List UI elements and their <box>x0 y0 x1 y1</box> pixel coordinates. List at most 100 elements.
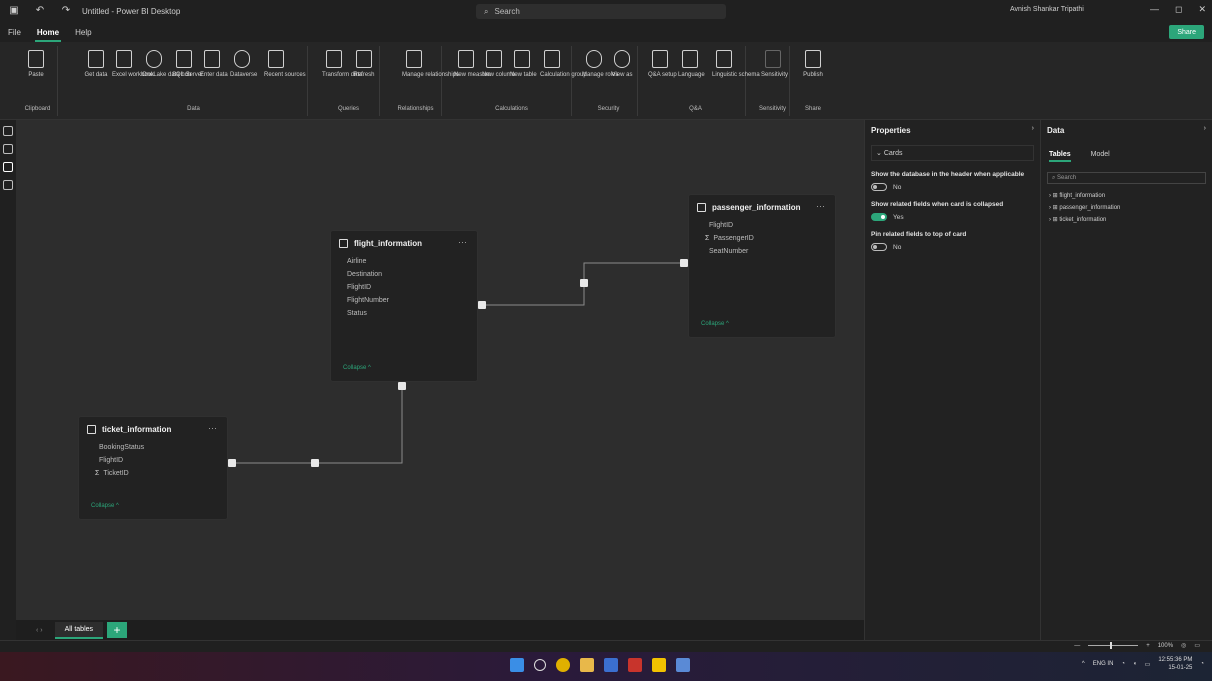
menu-file[interactable]: File <box>0 28 29 37</box>
field-row[interactable]: FlightNumber <box>331 294 477 307</box>
chevron-up-icon[interactable]: ^ <box>1082 661 1085 667</box>
tab-model[interactable]: Model <box>1091 151 1110 162</box>
field-row[interactable]: FlightID <box>79 454 227 467</box>
toggle-switch[interactable] <box>871 213 887 221</box>
app-icon[interactable] <box>676 658 690 672</box>
file-explorer-icon[interactable] <box>580 658 594 672</box>
search-icon[interactable] <box>534 659 546 671</box>
language-indicator[interactable]: ENG IN <box>1093 661 1114 667</box>
relationship-cardinality-one[interactable] <box>398 382 406 390</box>
field-row[interactable]: FlightID <box>689 219 835 232</box>
tree-item-table[interactable]: › ⊞ flight_information <box>1049 190 1212 202</box>
clock[interactable]: 12:55:36 PM 15-01-25 <box>1158 656 1192 672</box>
redo-icon[interactable]: ↷ <box>60 5 72 17</box>
calculation-group-button[interactable]: Calculation group <box>540 50 587 79</box>
toggle-switch[interactable] <box>871 183 887 191</box>
field-row[interactable]: SeatNumber <box>689 245 835 258</box>
table-view-icon[interactable] <box>3 144 13 154</box>
cards-section[interactable]: ⌄ Cards <box>871 145 1034 161</box>
onelake-button[interactable]: OneLake data hub <box>142 50 191 79</box>
setting-toggle-row[interactable]: No <box>871 183 1040 191</box>
collapse-pane-icon[interactable]: › <box>1204 125 1206 132</box>
collapse-link[interactable]: Collapse ^ <box>331 365 371 371</box>
language-button[interactable]: Language <box>678 50 705 79</box>
power-bi-icon[interactable] <box>652 658 666 672</box>
sensitivity-button[interactable]: Sensitivity <box>761 50 788 79</box>
table-card-flight-information[interactable]: flight_information ··· Airline Destinati… <box>330 230 478 382</box>
new-measure-button[interactable]: New measure <box>454 50 491 79</box>
field-row[interactable]: Airline <box>331 255 477 268</box>
zoom-slider[interactable] <box>1088 642 1139 649</box>
tab-scroll-arrows[interactable]: ‹ › <box>36 627 43 634</box>
transform-data-button[interactable]: Transform data <box>322 50 362 79</box>
table-card-passenger-information[interactable]: passenger_information ··· FlightID Σ Pass… <box>688 194 836 338</box>
close-button[interactable]: ✕ <box>1198 4 1206 15</box>
save-icon[interactable]: ▣ <box>8 5 20 17</box>
manage-relationships-button[interactable]: Manage relationships <box>402 50 459 79</box>
recent-sources-button[interactable]: Recent sources <box>264 50 306 79</box>
fit-to-screen-icon[interactable]: ◎ <box>1181 642 1186 649</box>
excel-button[interactable]: Excel workbook <box>112 50 154 79</box>
layout-icon[interactable]: ▭ <box>1194 642 1200 649</box>
start-icon[interactable] <box>510 658 524 672</box>
zoom-control[interactable]: — + 100% ◎ ▭ <box>1074 642 1200 649</box>
store-icon[interactable] <box>604 658 618 672</box>
field-row[interactable]: Σ PassengerID <box>689 232 835 245</box>
more-options-icon[interactable]: ··· <box>816 201 825 211</box>
qa-setup-button[interactable]: Q&A setup <box>648 50 677 79</box>
minimize-button[interactable]: — <box>1150 4 1159 15</box>
refresh-button[interactable]: Refresh <box>352 50 376 79</box>
dax-query-view-icon[interactable] <box>3 180 13 190</box>
field-row[interactable]: Status <box>331 307 477 320</box>
more-options-icon[interactable]: ··· <box>458 237 467 247</box>
more-options-icon[interactable]: ··· <box>208 423 217 433</box>
relationship-cardinality-many[interactable] <box>228 459 236 467</box>
field-row[interactable]: Σ TicketID <box>79 467 227 480</box>
add-layout-button[interactable]: + <box>107 622 128 638</box>
relationship-cardinality-one[interactable] <box>478 301 486 309</box>
paste-button[interactable]: Paste <box>24 50 48 79</box>
get-data-button[interactable]: Get data <box>84 50 108 79</box>
publish-button[interactable]: Publish <box>801 50 825 79</box>
relationship-filter-direction-icon[interactable] <box>311 459 319 467</box>
model-canvas[interactable]: flight_information ··· Airline Destinati… <box>16 120 864 620</box>
chrome-icon[interactable] <box>556 658 570 672</box>
wifi-icon[interactable]: ◔ <box>1121 661 1125 667</box>
dataverse-button[interactable]: Dataverse <box>230 50 257 79</box>
menu-home[interactable]: Home <box>29 28 67 42</box>
share-button[interactable]: Share <box>1169 25 1204 39</box>
manage-roles-button[interactable]: Manage roles <box>582 50 618 79</box>
new-column-button[interactable]: New column <box>482 50 515 79</box>
field-row[interactable]: Destination <box>331 268 477 281</box>
notification-icon[interactable]: ◔ <box>1200 661 1204 667</box>
tab-tables[interactable]: Tables <box>1049 151 1071 162</box>
enter-data-button[interactable]: Enter data <box>200 50 228 79</box>
field-row[interactable]: FlightID <box>331 281 477 294</box>
sql-server-button[interactable]: SQL Server <box>172 50 203 79</box>
tab-all-tables[interactable]: All tables <box>54 621 104 639</box>
user-name[interactable]: Avnish Shankar Tripathi <box>1010 6 1084 13</box>
collapse-link[interactable]: Collapse ^ <box>79 503 119 509</box>
table-card-ticket-information[interactable]: ticket_information ··· BookingStatus Fli… <box>78 416 228 520</box>
new-table-button[interactable]: New table <box>510 50 537 79</box>
setting-toggle-row[interactable]: Yes <box>871 213 1040 221</box>
app-icon[interactable] <box>628 658 642 672</box>
data-search-input[interactable]: ⌕ Search <box>1047 172 1206 184</box>
volume-icon[interactable]: ◖ <box>1133 661 1137 667</box>
menu-help[interactable]: Help <box>67 28 99 37</box>
model-view-icon[interactable] <box>3 162 13 172</box>
battery-icon[interactable]: ▭ <box>1145 661 1151 668</box>
view-as-button[interactable]: View as <box>610 50 634 79</box>
setting-toggle-row[interactable]: No <box>871 243 1040 251</box>
search-box[interactable]: ⌕ Search <box>476 4 726 19</box>
linguistic-schema-button[interactable]: Linguistic schema <box>712 50 760 79</box>
report-view-icon[interactable] <box>3 126 13 136</box>
tree-item-table[interactable]: › ⊞ ticket_information <box>1049 214 1212 226</box>
maximize-button[interactable]: ◻ <box>1175 4 1182 15</box>
tree-item-table[interactable]: › ⊞ passenger_information <box>1049 202 1212 214</box>
toggle-switch[interactable] <box>871 243 887 251</box>
collapse-pane-icon[interactable]: › <box>1032 125 1034 132</box>
collapse-link[interactable]: Collapse ^ <box>689 321 729 327</box>
zoom-out-icon[interactable]: — <box>1074 643 1080 649</box>
relationship-cardinality-many[interactable] <box>680 259 688 267</box>
